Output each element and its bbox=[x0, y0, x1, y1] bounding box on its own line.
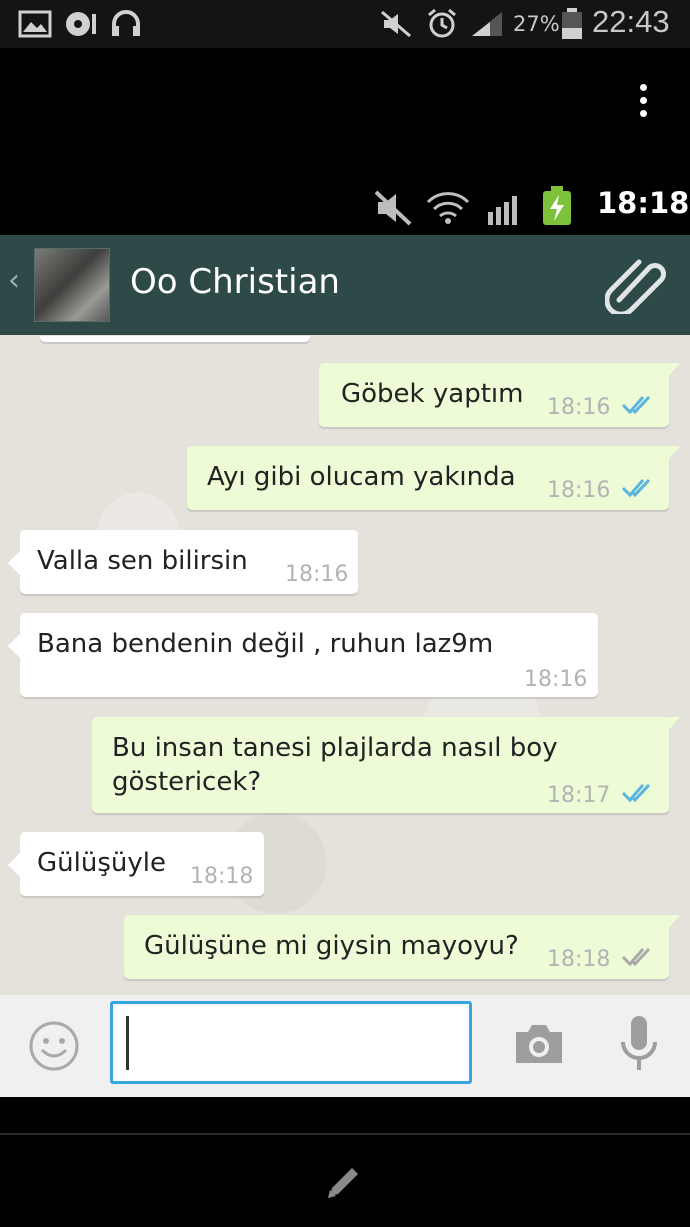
image-icon bbox=[18, 10, 52, 38]
message-bubble-outgoing[interactable]: Göbek yaptım 18:16 bbox=[319, 363, 680, 427]
message-text: Göbek yaptım bbox=[341, 379, 524, 409]
message-time: 18:18 bbox=[190, 864, 254, 889]
message-bubble-outgoing[interactable]: Gülüşüne mi giysin mayoyu? 18:18 bbox=[124, 915, 680, 979]
contact-name[interactable]: Oo Christian bbox=[130, 262, 340, 302]
message-text-line-2: göstericek? bbox=[112, 767, 262, 797]
battery-icon bbox=[562, 8, 582, 39]
divider bbox=[0, 1133, 690, 1135]
message-time: 18:16 bbox=[547, 478, 611, 503]
mute-icon bbox=[374, 190, 412, 226]
message-bubble-incoming[interactable]: Bana bendenin değil , ruhun laz9m 18:16 bbox=[8, 613, 598, 697]
message-input[interactable] bbox=[110, 1001, 472, 1084]
message-text: Ayı gibi olucam yakında bbox=[207, 462, 516, 492]
outer-status-bar bbox=[0, 0, 690, 48]
message-bubble-partial bbox=[40, 336, 310, 342]
headset-icon bbox=[112, 10, 140, 36]
overflow-menu-icon[interactable] bbox=[628, 84, 658, 124]
signal-icon bbox=[488, 196, 517, 225]
message-bubble-incoming[interactable]: Valla sen bilirsin 18:16 bbox=[8, 530, 358, 594]
message-text: Valla sen bilirsin bbox=[37, 546, 248, 576]
read-double-check-icon bbox=[621, 395, 651, 415]
status-clock: 22:43 bbox=[592, 4, 670, 39]
message-bubble-incoming[interactable]: Gülüşüyle 18:18 bbox=[8, 832, 264, 896]
inner-status-bar bbox=[0, 183, 690, 235]
mute-icon bbox=[381, 10, 411, 38]
read-double-check-icon bbox=[621, 783, 651, 803]
edit-pencil-icon[interactable] bbox=[322, 1160, 366, 1204]
read-double-check-icon bbox=[621, 478, 651, 498]
back-chevron-icon[interactable]: ‹ bbox=[8, 263, 20, 298]
message-text-line-1: Bu insan tanesi plajlarda nasıl boy bbox=[112, 733, 558, 763]
attach-icon[interactable] bbox=[605, 254, 669, 314]
avatar[interactable] bbox=[34, 248, 110, 322]
battery-charging-icon bbox=[543, 186, 571, 225]
message-text: Gülüşüyle bbox=[37, 848, 166, 878]
battery-percentage: 27% bbox=[513, 12, 560, 36]
message-bubble-outgoing[interactable]: Ayı gibi olucam yakında 18:16 bbox=[187, 446, 680, 510]
message-time: 18:16 bbox=[524, 667, 588, 692]
message-text: Bana bendenin değil , ruhun laz9m bbox=[37, 629, 494, 659]
alarm-icon bbox=[428, 8, 456, 38]
media-icon bbox=[66, 12, 96, 36]
message-time: 18:18 bbox=[547, 947, 611, 972]
message-time: 18:16 bbox=[547, 395, 611, 420]
emoji-icon[interactable] bbox=[28, 1020, 80, 1072]
message-text: Gülüşüne mi giysin mayoyu? bbox=[144, 931, 519, 961]
message-time: 18:17 bbox=[547, 783, 611, 808]
message-bubble-outgoing[interactable]: Bu insan tanesi plajlarda nasıl boy göst… bbox=[92, 717, 680, 813]
message-time: 18:16 bbox=[285, 562, 349, 587]
delivered-double-check-icon bbox=[621, 947, 651, 967]
inner-status-clock: 18:18 bbox=[597, 186, 690, 220]
camera-icon[interactable] bbox=[512, 1022, 566, 1066]
wifi-icon bbox=[426, 192, 470, 224]
signal-icon bbox=[472, 12, 502, 36]
text-cursor bbox=[126, 1016, 129, 1070]
viewer-bar bbox=[0, 48, 690, 183]
microphone-icon[interactable] bbox=[618, 1014, 660, 1074]
